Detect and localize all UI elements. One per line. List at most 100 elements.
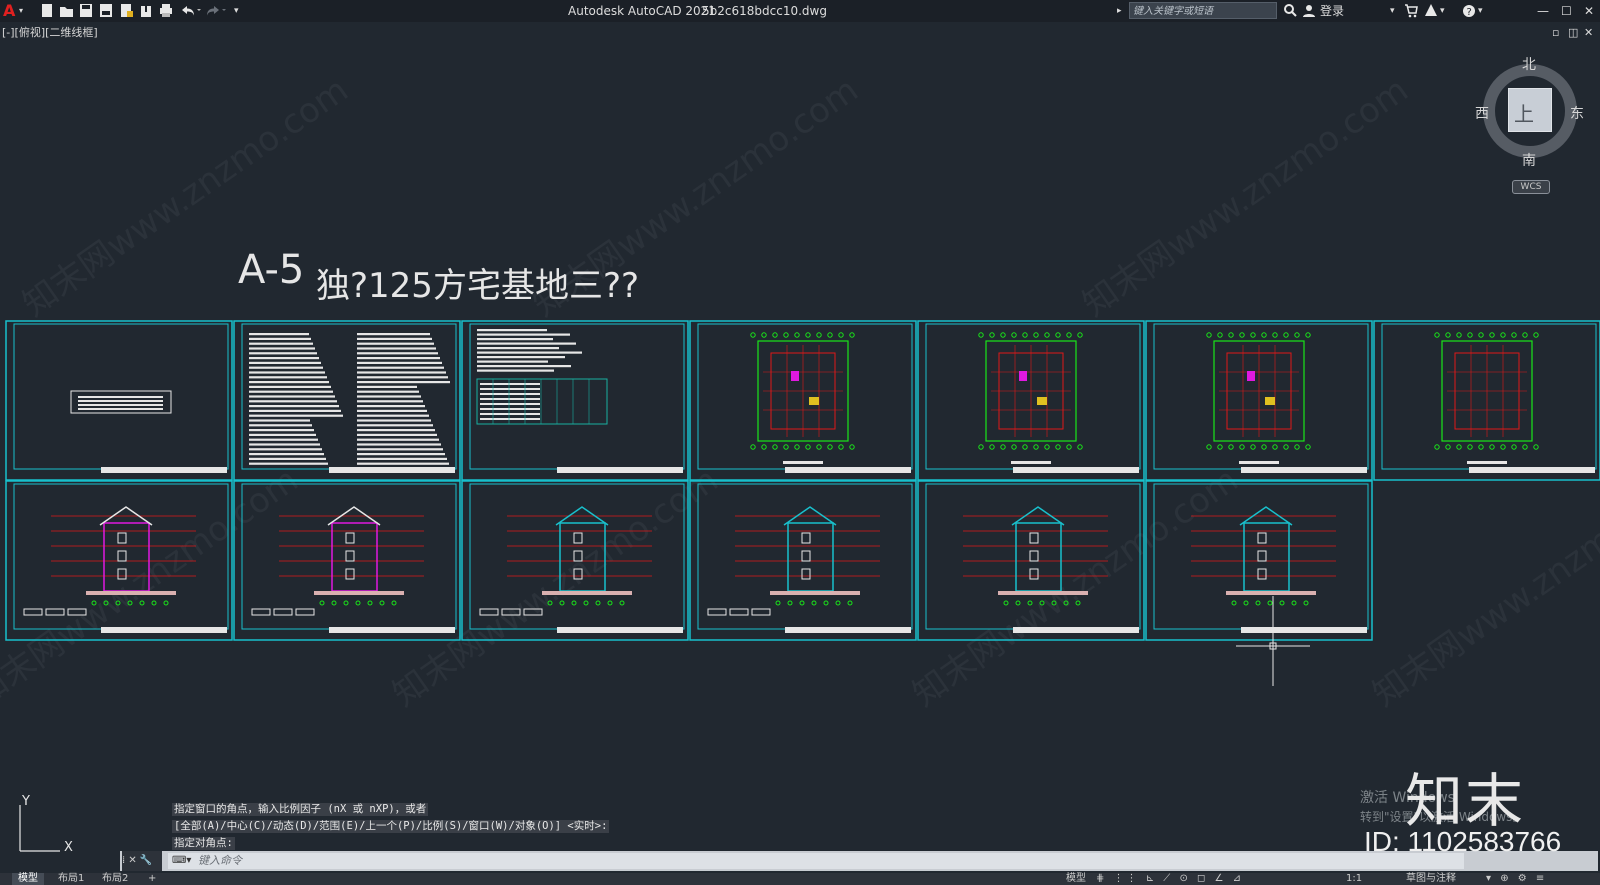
legend-box (251, 608, 271, 616)
annotation-scale[interactable]: 1:1 (1340, 873, 1368, 885)
add-layout-button[interactable]: + (142, 873, 162, 885)
grid-bubble (151, 600, 157, 606)
tab-model[interactable]: 模型 (12, 873, 44, 885)
viewcube-top-face[interactable]: 上 (1508, 88, 1552, 132)
grid-bubble (91, 600, 97, 606)
grid-bubble (1303, 600, 1309, 606)
ucs-icon: Y X (19, 794, 73, 855)
grid-bubble (1077, 332, 1083, 338)
legend-box (23, 608, 43, 616)
note-text-line (249, 414, 343, 417)
grid-bubble (1522, 444, 1528, 450)
title-block (1469, 467, 1595, 473)
grid-bubble (1489, 444, 1495, 450)
note-text-line (357, 438, 439, 441)
title-block (101, 627, 227, 633)
command-input[interactable]: 键入命令 (168, 853, 1464, 869)
note-text-line (357, 361, 442, 364)
grid-bubble (794, 444, 800, 450)
tab-layout1[interactable]: 布局1 (52, 873, 90, 885)
grid-bubble (1228, 332, 1234, 338)
grid-bubble (1239, 444, 1245, 450)
grid-bubble (838, 444, 844, 450)
drawing-title-number: A-5 (238, 247, 304, 293)
schedule-row (480, 418, 540, 420)
drawing-canvas[interactable]: A-5 独?125方宅基地三?? Y X (0, 0, 1600, 885)
grid-bubble (1231, 600, 1237, 606)
note-text-line (249, 371, 325, 374)
plan-room-fill (1037, 397, 1047, 405)
window (117, 568, 127, 580)
wcs-menu[interactable]: WCS (1512, 180, 1550, 194)
sheet-inner-frame (1153, 323, 1369, 470)
grid-bubble (1272, 444, 1278, 450)
note-text-line (357, 357, 440, 360)
status-tray-icons[interactable]: ▾ ⊕ ⚙ ≡ (1480, 873, 1553, 885)
grid-bubble (805, 444, 811, 450)
note-text-line (249, 443, 320, 446)
grid-bubble (1434, 444, 1440, 450)
title-block (785, 467, 911, 473)
window (1029, 568, 1039, 580)
note-text-line (249, 409, 341, 412)
legend-box (295, 608, 315, 616)
compass-west[interactable]: 西 (1475, 103, 1489, 123)
grid-bubble (1217, 444, 1223, 450)
note-text-line (249, 337, 311, 340)
grid-bubble (1261, 332, 1267, 338)
sheet-inner-frame (1153, 483, 1369, 630)
grid-bubble (816, 332, 822, 338)
compass-north[interactable]: 北 (1522, 54, 1536, 74)
grid-bubble (1283, 332, 1289, 338)
grid-bubble (827, 444, 833, 450)
command-line-controls[interactable]: ⁞ ✕ 🔧 (122, 851, 162, 871)
grid-bubble (1489, 332, 1495, 338)
grid-bubble (391, 600, 397, 606)
schedule-row (480, 403, 540, 405)
grid-bubble (1533, 332, 1539, 338)
grid-bubble (811, 600, 817, 606)
cover-text-line (78, 404, 163, 406)
grid-bubble (1467, 332, 1473, 338)
model-space-toggle[interactable]: 模型 (1060, 873, 1092, 885)
command-history-line: 指定对角点: (172, 837, 235, 850)
compass-east[interactable]: 东 (1570, 103, 1584, 123)
note-text-line (357, 409, 427, 412)
grid-bubble (1066, 444, 1072, 450)
grid-bubble (1022, 444, 1028, 450)
note-text-line (477, 365, 571, 368)
grid-bubble (1239, 332, 1245, 338)
note-text-line (249, 448, 322, 451)
grid-bubble (827, 332, 833, 338)
grid-bubble (1305, 332, 1311, 338)
schedule-row (480, 383, 540, 385)
window (573, 568, 583, 580)
window (1029, 550, 1039, 562)
grid-bubble (1250, 332, 1256, 338)
grid-bubble (835, 600, 841, 606)
note-text-line (357, 352, 438, 355)
tab-layout2[interactable]: 布局2 (96, 873, 134, 885)
note-text-line (477, 351, 582, 354)
compass-south[interactable]: 南 (1522, 150, 1536, 170)
note-text-line (249, 381, 329, 384)
workspace-switch[interactable]: 草图与注释 (1400, 873, 1462, 885)
title-block (1241, 467, 1367, 473)
grid-bubble (127, 600, 133, 606)
note-text-line (477, 347, 559, 350)
ground-line (86, 591, 176, 595)
note-text-line (357, 419, 431, 422)
note-text-line (249, 376, 327, 379)
cover-text-line (78, 396, 163, 398)
note-text-line (357, 347, 436, 350)
note-text-line (249, 405, 339, 408)
grid-bubble (1522, 332, 1528, 338)
plan-caption (783, 461, 823, 464)
grid-bubble (1011, 444, 1017, 450)
sheet-inner-frame (13, 483, 229, 630)
drafting-toggles-icon[interactable]: ⋕ ⋮⋮ ⊾ ⟋ ⊙ ◻ ∠ ⊿ (1090, 873, 1250, 885)
grid-bubble (775, 600, 781, 606)
command-prompt-icon[interactable]: ⌨▾ (172, 852, 191, 870)
sheet-frame (461, 320, 689, 481)
note-text-line (249, 366, 323, 369)
